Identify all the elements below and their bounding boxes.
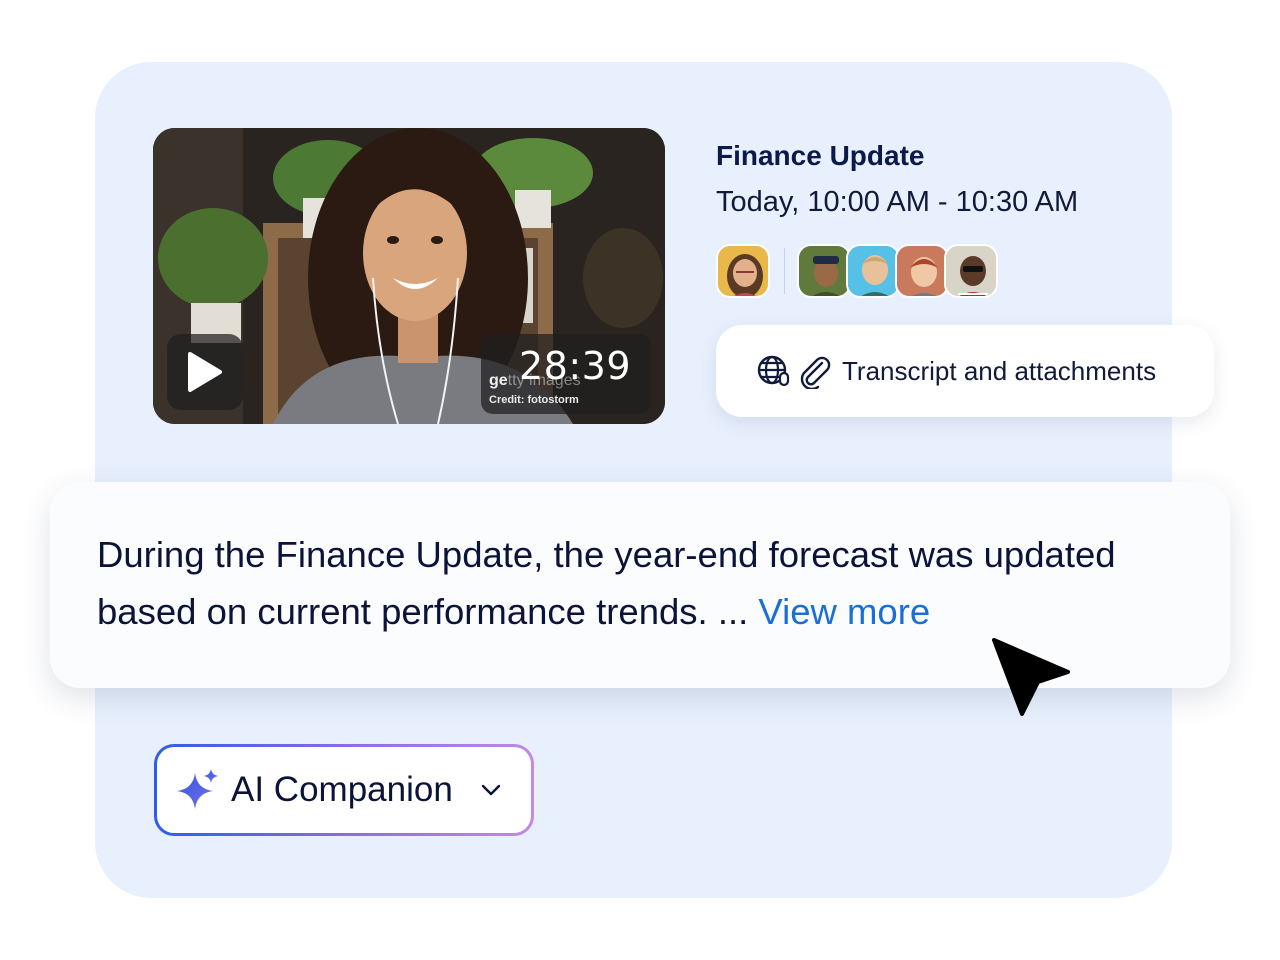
globe-mic-icon [757, 355, 790, 387]
ai-companion-button[interactable]: AI Companion [154, 744, 534, 836]
transcript-icons [756, 353, 832, 389]
summary-paragraph: During the Finance Update, the year-end … [97, 526, 1184, 640]
participant-avatar-2-image [848, 246, 898, 296]
chevron-down-icon [481, 784, 500, 796]
participant-avatar-1-image [799, 246, 849, 296]
summary-text: During the Finance Update, the year-end … [97, 534, 1116, 632]
host-avatar[interactable] [716, 244, 770, 298]
avatar-divider [784, 248, 785, 294]
participant-avatar-1[interactable] [797, 244, 851, 298]
paperclip-icon [800, 356, 831, 389]
participant-avatar-4-image [946, 246, 996, 296]
mouse-cursor-icon [992, 638, 1070, 716]
view-more-link[interactable]: View more [758, 591, 930, 632]
participant-avatar-3[interactable] [895, 244, 949, 298]
watermark-dim: tty images [507, 372, 581, 389]
participant-avatar-3-image [897, 246, 947, 296]
transcript-label: Transcript and attachments [842, 355, 1157, 386]
meeting-title: Finance Update [716, 140, 925, 171]
video-thumbnail[interactable]: 28:39 getty images Credit: fotostorm [153, 128, 665, 424]
stock-watermark: getty images [489, 372, 581, 390]
play-icon [188, 352, 222, 392]
host-avatar-image [718, 246, 768, 296]
photo-credit: Credit: fotostorm [489, 394, 579, 406]
meeting-time: Today, 10:00 AM - 10:30 AM [716, 186, 1079, 218]
watermark-bold: ge [489, 372, 508, 389]
ai-companion-label: AI Companion [231, 770, 453, 809]
play-button[interactable] [167, 334, 243, 410]
participant-avatar-4[interactable] [944, 244, 998, 298]
duration-overlay: 28:39 getty images Credit: fotostorm [481, 334, 651, 414]
sparkle-icon [177, 769, 218, 809]
participant-avatar-2[interactable] [846, 244, 900, 298]
transcript-attachments-button[interactable]: Transcript and attachments [716, 325, 1214, 417]
